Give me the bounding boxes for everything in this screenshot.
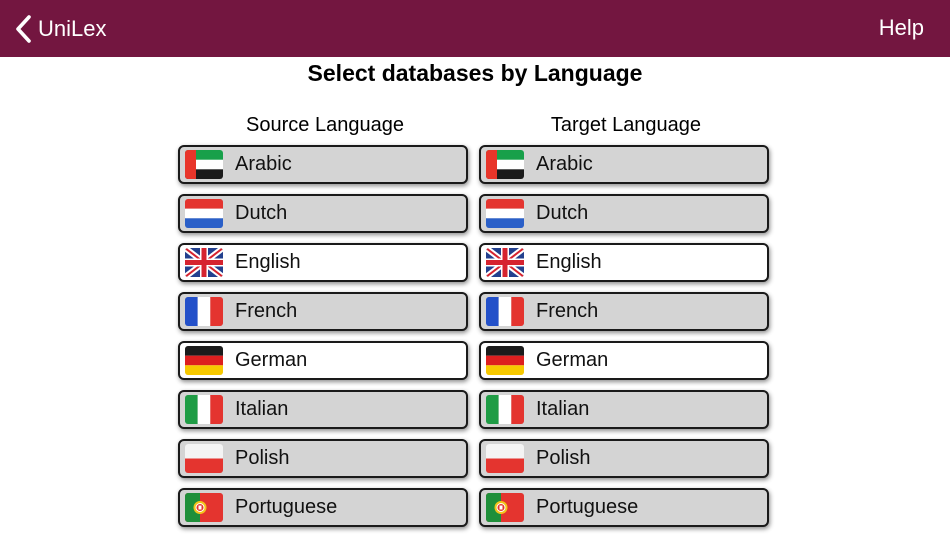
netherlands-flag-icon — [185, 199, 223, 228]
source-language-english[interactable]: English — [178, 243, 468, 282]
source-language-italian[interactable]: Italian — [178, 390, 468, 429]
language-label: German — [536, 349, 609, 371]
language-label: German — [235, 349, 308, 371]
language-label: Italian — [536, 398, 590, 420]
france-flag-icon — [486, 297, 524, 326]
language-label: Portuguese — [536, 496, 639, 518]
source-language-column: Source Language Arabic Dutch English Fre… — [178, 112, 472, 527]
language-label: Arabic — [235, 153, 292, 175]
source-language-german[interactable]: German — [178, 341, 468, 380]
source-language-portuguese[interactable]: Portuguese — [178, 488, 468, 527]
france-flag-icon — [185, 297, 223, 326]
source-language-french[interactable]: French — [178, 292, 468, 331]
source-language-dutch[interactable]: Dutch — [178, 194, 468, 233]
chevron-left-icon — [14, 14, 32, 44]
germany-flag-icon — [486, 346, 524, 375]
back-button[interactable]: UniLex — [14, 12, 106, 46]
italy-flag-icon — [486, 395, 524, 424]
target-language-french[interactable]: French — [479, 292, 769, 331]
back-button-label: UniLex — [38, 16, 107, 41]
language-label: Polish — [235, 447, 290, 469]
germany-flag-icon — [185, 346, 223, 375]
language-label: Dutch — [235, 202, 288, 224]
portugal-flag-icon — [185, 493, 223, 522]
uae-flag-icon — [185, 150, 223, 179]
target-language-polish[interactable]: Polish — [479, 439, 769, 478]
language-label: Portuguese — [235, 496, 338, 518]
target-language-portuguese[interactable]: Portuguese — [479, 488, 769, 527]
target-language-header: Target Language — [550, 114, 702, 136]
source-language-header: Source Language — [246, 114, 404, 136]
target-language-dutch[interactable]: Dutch — [479, 194, 769, 233]
target-language-column: Target Language Arabic Dutch English Fre… — [479, 112, 773, 527]
uk-flag-icon — [185, 248, 223, 277]
uk-flag-icon — [486, 248, 524, 277]
target-language-english[interactable]: English — [479, 243, 769, 282]
help-button[interactable]: Help — [879, 15, 924, 41]
target-language-italian[interactable]: Italian — [479, 390, 769, 429]
language-label: Polish — [536, 447, 591, 469]
language-label: French — [536, 300, 599, 322]
poland-flag-icon — [486, 444, 524, 473]
netherlands-flag-icon — [486, 199, 524, 228]
italy-flag-icon — [185, 395, 223, 424]
portugal-flag-icon — [486, 493, 524, 522]
uae-flag-icon — [486, 150, 524, 179]
target-language-arabic[interactable]: Arabic — [479, 145, 769, 184]
navigation-bar: UniLex Help — [0, 0, 950, 57]
language-label: Italian — [235, 398, 289, 420]
target-language-german[interactable]: German — [479, 341, 769, 380]
page-title: Select databases by Language — [307, 60, 643, 86]
language-label: Dutch — [536, 202, 589, 224]
source-language-polish[interactable]: Polish — [178, 439, 468, 478]
language-label: English — [536, 251, 602, 273]
language-label: English — [235, 251, 301, 273]
poland-flag-icon — [185, 444, 223, 473]
language-label: Arabic — [536, 153, 593, 175]
language-label: French — [235, 300, 298, 322]
source-language-arabic[interactable]: Arabic — [178, 145, 468, 184]
